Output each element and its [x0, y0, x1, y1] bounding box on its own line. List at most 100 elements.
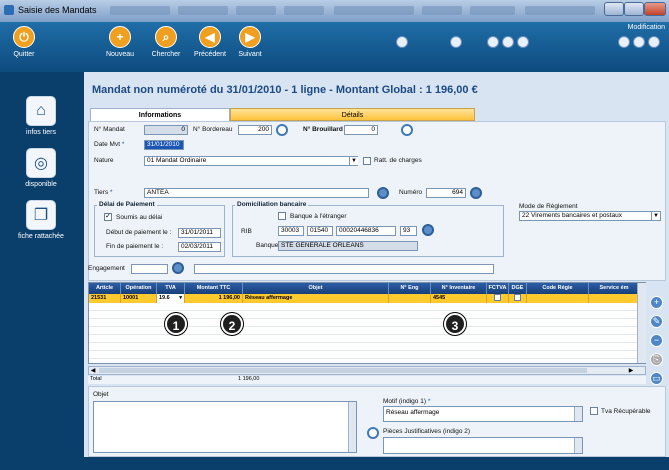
cell-code-regie[interactable] [527, 294, 589, 303]
objet-textarea[interactable] [93, 401, 357, 453]
cell-fctva[interactable] [487, 294, 509, 303]
scroll-left-icon[interactable]: ◀ [89, 367, 97, 374]
numero-lookup-icon[interactable] [470, 187, 482, 199]
blurred-menu [110, 6, 170, 15]
col-article[interactable]: Article [89, 283, 121, 294]
col-code-regie[interactable]: Code Régie [527, 283, 589, 294]
rib-key[interactable]: 93 [400, 226, 417, 236]
nature-select[interactable]: 01 Mandat Ordinaire [144, 156, 358, 166]
print-icon[interactable] [396, 36, 408, 48]
edit-line-button[interactable]: ✎ [650, 315, 663, 328]
cell-eng[interactable] [389, 294, 431, 303]
col-tva[interactable]: TVA [157, 283, 185, 294]
blurred-menu [525, 6, 595, 15]
col-eng[interactable]: N° Eng [389, 283, 431, 294]
nav-first-icon[interactable] [502, 36, 514, 48]
building-icon: ⌂ [26, 96, 56, 126]
fin-field[interactable]: 02/03/2011 [178, 242, 221, 252]
motif-scrollbar[interactable] [574, 407, 582, 421]
table-row[interactable]: 21531 10001 19.6 ▾ 1 196,00 Réseau afferm… [89, 294, 645, 303]
window-title: Saisie des Mandats [18, 5, 97, 15]
date-mvt-field[interactable]: 31/01/2010 [144, 140, 184, 150]
rib-dropdown-icon[interactable] [422, 224, 434, 236]
rib-bank-code[interactable]: 30003 [278, 226, 304, 236]
col-operation[interactable]: Opération [121, 283, 157, 294]
grid-vscroll[interactable] [637, 283, 646, 363]
add-line-button[interactable]: + [650, 296, 663, 309]
pieces-scrollbar[interactable] [574, 438, 582, 453]
tiers-dropdown-icon[interactable] [377, 187, 389, 199]
col-fctva[interactable]: FCTVA [487, 283, 509, 294]
quit-button[interactable]: ⏻ Quitter [4, 26, 44, 58]
callout-badge-3: 3 [444, 313, 466, 335]
minimize-line-button[interactable]: ▭ [650, 372, 663, 385]
col-objet[interactable]: Objet [243, 283, 389, 294]
cell-service[interactable] [589, 294, 639, 303]
mandat-field[interactable]: 0 [144, 125, 188, 135]
pieces-field[interactable] [383, 437, 583, 454]
engagement-desc-field[interactable] [194, 264, 494, 274]
refresh-icon[interactable] [633, 36, 645, 48]
banque-etranger-checkbox[interactable] [278, 212, 286, 220]
numero-field[interactable]: 694 [426, 188, 466, 198]
close-button[interactable] [644, 2, 666, 16]
motif-label: Motif (indigo 1) * [383, 398, 431, 405]
rib-account[interactable]: 00020446836 [336, 226, 396, 236]
cell-objet[interactable]: Réseau affermage [243, 294, 389, 303]
copy-line-button[interactable]: ⎘ [650, 353, 663, 366]
cell-tva[interactable]: 19.6 ▾ [157, 294, 185, 303]
col-service[interactable]: Service ém [589, 283, 639, 294]
infos-tiers-button[interactable]: ⌂ infos tiers [10, 96, 72, 136]
mode-reglement-select[interactable]: 22 Virements bancaires et postaux [519, 211, 661, 221]
ratt-charges-checkbox[interactable] [363, 157, 371, 165]
database-icon[interactable] [450, 36, 462, 48]
engagement-dropdown-icon[interactable] [172, 262, 184, 274]
rib-branch-code[interactable]: 01540 [307, 226, 333, 236]
rib-label: RIB [241, 228, 252, 235]
motif-field[interactable]: Réseau affermage [383, 406, 583, 422]
tab-informations[interactable]: Informations [90, 108, 230, 121]
total-row: Total 1 196,00 [88, 376, 646, 384]
pieces-lookup-icon[interactable] [367, 427, 379, 439]
fiche-rattachee-button[interactable]: ❐ fiche rattachée [10, 200, 72, 240]
minimize-button[interactable] [604, 2, 624, 16]
bordereau-field[interactable]: 200 [238, 125, 272, 135]
brouillard-field[interactable]: 0 [344, 125, 378, 135]
remove-line-button[interactable]: − [650, 334, 663, 347]
cell-article[interactable]: 21531 [89, 294, 121, 303]
new-button[interactable]: + Nouveau [100, 26, 140, 58]
arrow-right-icon: ▶ [239, 26, 261, 48]
cell-montant[interactable]: 1 196,00 [185, 294, 243, 303]
chevron-down-icon[interactable]: ▼ [349, 157, 358, 165]
tab-details[interactable]: Détails [230, 108, 475, 121]
brouillard-lookup-icon[interactable] [401, 124, 413, 136]
bordereau-lookup-icon[interactable] [276, 124, 288, 136]
help-icon[interactable] [648, 36, 660, 48]
bordereau-label: N° Bordereau [193, 126, 233, 133]
engagement-field[interactable] [131, 264, 168, 274]
disponible-button[interactable]: ◎ disponible [10, 148, 72, 188]
col-dge[interactable]: DGE [509, 283, 527, 294]
previous-button[interactable]: ◀ Précédent [190, 26, 230, 58]
cell-operation[interactable]: 10001 [121, 294, 157, 303]
chevron-down-icon[interactable]: ▼ [651, 212, 660, 220]
search-button[interactable]: ⌕ Chercher [146, 26, 186, 58]
debut-field[interactable]: 31/01/2011 [178, 228, 221, 238]
scroll-right-icon[interactable]: ▶ [627, 367, 635, 374]
next-button[interactable]: ▶ Suivant [230, 26, 270, 58]
tiers-field[interactable]: ANTEA [144, 188, 369, 198]
tva-recup-checkbox[interactable] [590, 407, 598, 415]
document-icon: ❐ [26, 200, 56, 230]
hscroll-thumb[interactable] [99, 368, 587, 373]
objet-scrollbar[interactable] [348, 402, 356, 452]
print-preview-icon[interactable] [487, 36, 499, 48]
soumis-checkbox[interactable]: ✓ [104, 213, 112, 221]
settings-icon[interactable] [618, 36, 630, 48]
grid-hscroll[interactable]: ◀ ▶ [88, 366, 646, 375]
maximize-button[interactable] [624, 2, 644, 16]
col-inventaire[interactable]: N° Inventaire [431, 283, 487, 294]
nav-last-icon[interactable] [517, 36, 529, 48]
cell-dge[interactable] [509, 294, 527, 303]
col-montant[interactable]: Montant TTC [185, 283, 243, 294]
cell-inventaire[interactable]: 4545 [431, 294, 487, 303]
